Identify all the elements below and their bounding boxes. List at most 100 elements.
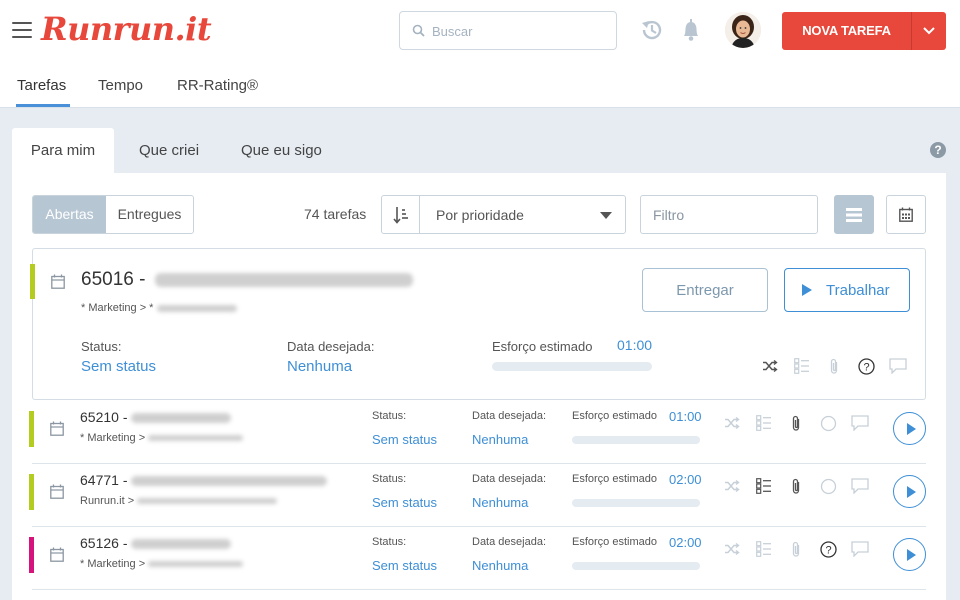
tab-rr-rating[interactable]: RR-Rating® [177,77,258,94]
task-breadcrumb: * Marketing > [80,432,244,444]
comment-icon[interactable] [882,355,914,377]
chevron-down-icon[interactable] [912,12,946,50]
subtab-que-eu-sigo[interactable]: Que eu sigo [241,128,322,173]
status-value[interactable]: Sem status [81,358,156,375]
checklist-icon[interactable] [786,355,818,377]
effort-value[interactable]: 02:00 [669,535,702,550]
task-title[interactable]: 65016 - [81,269,413,291]
task-row[interactable]: 65210 - * Marketing > Status: Sem status… [29,402,926,464]
task-id: 65126 - [80,535,128,551]
play-button[interactable] [893,475,926,508]
date-label: Data desejada: [472,536,546,548]
deliver-button[interactable]: Entregar [642,268,768,312]
calendar-icon[interactable] [50,421,64,436]
bell-icon[interactable] [678,17,704,43]
status-value[interactable]: Sem status [372,432,437,447]
calendar-view-button[interactable] [886,195,926,234]
top-bar: Runrun.it NOVA TAREFA [0,0,960,62]
date-value[interactable]: Nenhuma [287,358,352,375]
sort-select[interactable]: Por prioridade [381,195,626,234]
sort-value: Por prioridade [436,207,524,223]
question-circle-icon[interactable]: ? [850,355,882,377]
effort-value[interactable]: 02:00 [669,472,702,487]
status-value[interactable]: Sem status [372,495,437,510]
task-row[interactable]: 65126 - * Marketing > Status: Sem status… [29,528,926,590]
shuffle-icon[interactable] [716,412,748,434]
checklist-icon[interactable] [748,475,780,497]
calendar-icon[interactable] [50,547,64,562]
avatar[interactable] [725,12,761,48]
hamburger-icon[interactable] [12,22,32,38]
date-value[interactable]: Nenhuma [472,495,528,510]
breadcrumb-text: * Marketing > * [81,302,154,314]
paperclip-icon[interactable] [780,475,812,497]
filter-input[interactable] [653,205,808,225]
date-label: Data desejada: [287,339,375,354]
redacted-title [131,413,232,424]
shuffle-icon[interactable] [716,475,748,497]
play-icon [907,549,916,561]
help-icon[interactable]: ? [930,142,946,158]
task-title[interactable]: 65210 - [80,409,232,425]
main-tabs: Tarefas Tempo RR-Rating® [0,62,960,108]
effort-value[interactable]: 01:00 [617,337,652,353]
comment-icon[interactable] [844,475,876,497]
logo[interactable]: Runrun.it [41,10,212,48]
comment-icon[interactable] [844,538,876,560]
tab-tempo[interactable]: Tempo [98,77,143,94]
task-id: 64771 - [80,472,128,488]
tab-tarefas[interactable]: Tarefas [17,77,66,94]
circle-icon[interactable] [812,412,844,434]
sort-icon[interactable] [382,196,420,233]
paperclip-icon[interactable] [780,538,812,560]
search-input[interactable] [432,20,607,42]
task-color-bar [30,264,35,299]
subtab-que-criei[interactable]: Que criei [139,128,199,173]
new-task-label: NOVA TAREFA [802,23,891,38]
status-segment: Abertas Entregues [32,195,194,234]
paperclip-icon[interactable] [780,412,812,434]
task-title[interactable]: 64771 - [80,472,328,488]
redacted-breadcrumb [156,304,237,312]
play-button[interactable] [893,412,926,445]
segment-entregues[interactable]: Entregues [106,196,193,233]
date-value[interactable]: Nenhuma [472,558,528,573]
shuffle-icon[interactable] [754,355,786,377]
search-box[interactable] [399,11,617,50]
featured-task-card[interactable]: 65016 - * Marketing > * Status: Sem stat… [30,248,926,400]
effort-progress-bar [492,362,652,371]
history-icon[interactable] [639,17,665,43]
effort-value[interactable]: 01:00 [669,409,702,424]
effort-progress-bar [572,499,700,507]
task-actions: ? [754,355,914,377]
shuffle-icon[interactable] [716,538,748,560]
subtab-para-mim[interactable]: Para mim [12,128,114,173]
comment-icon[interactable] [844,412,876,434]
caret-down-icon[interactable] [600,212,612,219]
checklist-icon[interactable] [748,538,780,560]
play-icon [907,423,916,435]
task-breadcrumb: * Marketing > * [81,302,237,314]
status-label: Status: [372,473,407,485]
segment-abertas[interactable]: Abertas [33,196,106,233]
play-button[interactable] [893,538,926,571]
effort-label: Esforço estimado [572,536,657,548]
task-title[interactable]: 65126 - [80,535,232,551]
calendar-icon[interactable] [50,484,64,499]
redacted-breadcrumb [137,498,278,505]
paperclip-icon[interactable] [818,355,850,377]
breadcrumb-text: Runrun.it > [80,495,135,507]
circle-icon[interactable] [812,475,844,497]
list-view-button[interactable] [834,195,874,234]
status-value[interactable]: Sem status [372,558,437,573]
task-row[interactable]: 64771 - Runrun.it > Status: Sem status D… [29,465,926,527]
filter-box[interactable] [640,195,818,234]
question-circle-icon[interactable]: ? [812,538,844,560]
date-value[interactable]: Nenhuma [472,432,528,447]
calendar-icon[interactable] [51,274,65,289]
new-task-button[interactable]: NOVA TAREFA [782,12,946,50]
checklist-icon[interactable] [748,412,780,434]
work-button[interactable]: Trabalhar [784,268,910,312]
effort-progress-bar [572,562,700,570]
task-actions: ? [716,538,876,560]
